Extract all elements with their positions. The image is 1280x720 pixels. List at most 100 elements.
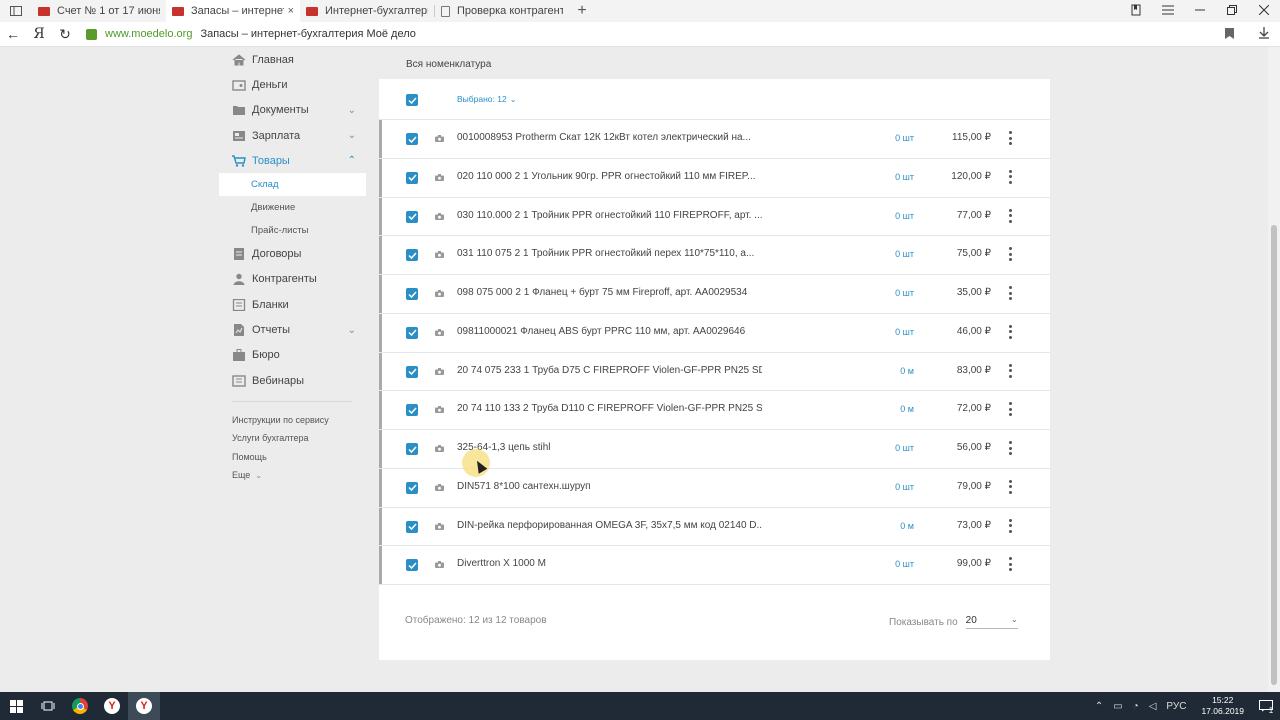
sidebar-item-webinars[interactable]: Вебинары — [219, 368, 366, 393]
chevron-down-icon[interactable]: ⌄ — [348, 325, 356, 336]
yandex-browser-active-icon[interactable]: Y — [128, 692, 160, 720]
selected-count-dropdown[interactable]: Выбрано: 12 ⌄ — [457, 94, 516, 104]
product-name[interactable]: 031 110 075 2 1 Тройник PPR огнестойкий … — [457, 248, 762, 259]
row-checkbox[interactable] — [406, 288, 418, 300]
row-menu-icon[interactable] — [1006, 402, 1014, 417]
sidebar-item-salary[interactable]: Зарплата ⌄ — [219, 123, 366, 148]
row-menu-icon[interactable] — [1006, 131, 1014, 145]
product-name[interactable]: DIN571 8*100 сантехн.шуруп — [457, 481, 762, 492]
row-checkbox[interactable] — [406, 326, 418, 339]
camera-icon[interactable] — [435, 406, 444, 414]
row-menu-icon[interactable] — [1006, 557, 1014, 572]
sidebar-item-contracts[interactable]: Договоры — [219, 242, 366, 267]
product-name[interactable]: 098 075 000 2 1 Фланец + бурт 75 мм Fire… — [457, 287, 762, 298]
sidebar-subitem-movement[interactable]: Движение — [219, 196, 366, 219]
camera-icon[interactable] — [435, 483, 444, 491]
sidebar-item-forms[interactable]: Бланки — [219, 292, 366, 317]
reload-icon[interactable]: ↻ — [52, 26, 78, 43]
product-name[interactable]: 09811000021 Фланец ABS бурт PPRC 110 мм,… — [457, 326, 762, 337]
bookmark-icon[interactable] — [1225, 27, 1234, 42]
chevron-up-icon[interactable]: ⌃ — [348, 155, 356, 166]
tray-up-arrow-icon[interactable]: ⌃ — [1095, 701, 1103, 712]
back-icon[interactable]: ← — [0, 26, 26, 42]
table-row[interactable]: DIN-рейка перфорированная OMEGA 3F, 35x7… — [379, 508, 1050, 547]
table-row[interactable]: 020 110 000 2 1 Угольник 90гр. PPR огнес… — [379, 159, 1050, 198]
sidebar-item-home[interactable]: Главная — [219, 47, 366, 72]
help-link-more[interactable]: Еще ⌄ — [219, 466, 366, 485]
sidebar-item-reports[interactable]: Отчеты ⌄ — [219, 317, 366, 342]
camera-icon[interactable] — [435, 522, 444, 530]
chevron-down-icon[interactable]: ⌄ — [348, 130, 356, 141]
row-checkbox[interactable] — [406, 249, 418, 262]
page-scrollbar[interactable] — [1268, 47, 1280, 692]
table-row[interactable]: 20 74 075 233 1 Труба D75 C FIREPROFF Vi… — [379, 353, 1050, 392]
minimize-icon[interactable] — [1184, 4, 1216, 18]
row-menu-icon[interactable] — [1006, 247, 1014, 262]
camera-icon[interactable] — [435, 367, 444, 375]
table-row[interactable]: 0010008953 Protherm Скат 12К 12кВт котел… — [379, 120, 1050, 159]
camera-icon[interactable] — [435, 173, 444, 181]
row-menu-icon[interactable] — [1006, 286, 1014, 300]
sidebar-item-documents[interactable]: Документы ⌄ — [219, 98, 366, 123]
row-checkbox[interactable] — [406, 520, 418, 533]
product-name[interactable]: DIN-рейка перфорированная OMEGA 3F, 35x7… — [457, 520, 762, 531]
camera-icon[interactable] — [435, 445, 444, 452]
row-checkbox[interactable] — [406, 481, 418, 494]
product-name[interactable]: 325-64-1,3 цепь stihl — [457, 442, 762, 453]
camera-icon[interactable] — [435, 135, 444, 142]
table-row[interactable]: 030 110.000 2 1 Тройник PPR огнестойкий … — [379, 198, 1050, 237]
product-name[interactable]: 20 74 110 133 2 Труба D110 C FIREPROFF V… — [457, 403, 762, 414]
row-menu-icon[interactable] — [1006, 363, 1014, 378]
menu-icon[interactable] — [1152, 4, 1184, 18]
browser-tab-2[interactable]: Интернет-бухгалтерия — [300, 0, 434, 22]
row-checkbox[interactable] — [406, 404, 418, 417]
bookmarks-icon[interactable] — [1120, 4, 1152, 19]
row-menu-icon[interactable] — [1006, 479, 1014, 494]
windows-start-icon[interactable] — [0, 692, 32, 720]
page-size-select[interactable]: 20 ⌄ — [965, 615, 1018, 629]
row-checkbox[interactable] — [406, 443, 418, 455]
table-row[interactable]: 031 110 075 2 1 Тройник PPR огнестойкий … — [379, 236, 1050, 275]
row-checkbox[interactable] — [406, 133, 418, 145]
yandex-browser-icon[interactable]: Y — [96, 692, 128, 720]
task-view-icon[interactable] — [32, 692, 64, 720]
select-all-checkbox[interactable] — [406, 94, 418, 106]
yandex-home-icon[interactable]: Я — [26, 26, 52, 42]
url-field[interactable]: www.moedelo.org Запасы – интернет-бухгал… — [86, 28, 416, 40]
tray-language[interactable]: РУС — [1166, 701, 1186, 712]
row-menu-icon[interactable] — [1006, 208, 1014, 223]
camera-icon[interactable] — [435, 290, 444, 297]
row-menu-icon[interactable] — [1006, 169, 1014, 184]
table-row[interactable]: Diverttron X 1000 M 0 шт 99,00 ₽ — [379, 546, 1050, 585]
sidebar-item-goods[interactable]: Товары ⌃ — [219, 148, 366, 173]
help-link-help[interactable]: Помощь — [219, 447, 366, 466]
tray-network-icon[interactable]: ▭ — [1113, 701, 1122, 712]
chrome-icon[interactable] — [64, 692, 96, 720]
camera-icon[interactable] — [435, 251, 444, 259]
row-checkbox[interactable] — [406, 171, 418, 184]
product-name[interactable]: Diverttron X 1000 M — [457, 558, 762, 569]
browser-tab-3[interactable]: Проверка контрагента — [435, 0, 569, 22]
table-row[interactable]: 20 74 110 133 2 Труба D110 C FIREPROFF V… — [379, 391, 1050, 430]
notifications-icon[interactable]: 1 — [1252, 692, 1280, 720]
table-row[interactable]: 09811000021 Фланец ABS бурт PPRC 110 мм,… — [379, 314, 1050, 353]
sidebar-item-bureau[interactable]: Бюро — [219, 343, 366, 368]
row-checkbox[interactable] — [406, 559, 418, 572]
tray-clock[interactable]: 15:22 17.06.2019 — [1201, 695, 1244, 717]
restore-icon[interactable] — [1216, 4, 1248, 18]
sidebar-item-contractors[interactable]: Контрагенты — [219, 267, 366, 292]
sidebar-subitem-warehouse[interactable]: Склад — [219, 173, 366, 197]
close-tab-icon[interactable]: × — [288, 5, 294, 17]
row-checkbox[interactable] — [406, 210, 418, 223]
row-menu-icon[interactable] — [1006, 441, 1014, 455]
tray-wifi-icon[interactable]: ◔ — [1133, 701, 1139, 712]
camera-icon[interactable] — [435, 328, 444, 336]
product-name[interactable]: 0010008953 Protherm Скат 12К 12кВт котел… — [457, 132, 762, 143]
help-link-accountant[interactable]: Услуги бухгалтера — [219, 429, 366, 448]
browser-tab-1[interactable]: Запасы – интернет-бух × — [166, 0, 300, 22]
sidebar-item-money[interactable]: Деньги — [219, 72, 366, 97]
product-name[interactable]: 20 74 075 233 1 Труба D75 C FIREPROFF Vi… — [457, 365, 762, 376]
tray-volume-icon[interactable]: ◁ — [1149, 701, 1157, 712]
download-icon[interactable] — [1258, 27, 1270, 42]
row-menu-icon[interactable] — [1006, 518, 1014, 533]
